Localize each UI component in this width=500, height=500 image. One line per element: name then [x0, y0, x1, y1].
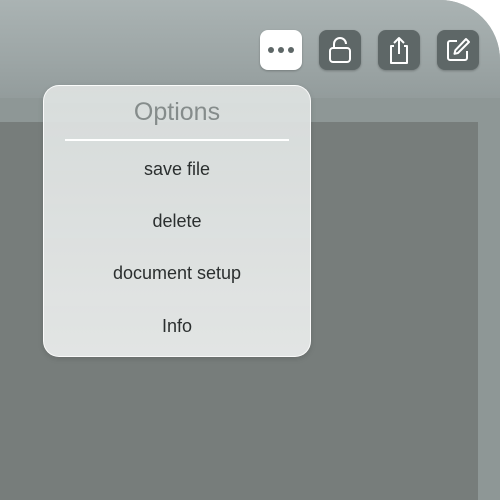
menu-item-save-file[interactable]: save file — [44, 151, 310, 187]
share-icon — [390, 37, 408, 64]
edit-icon — [447, 38, 470, 61]
menu-item-info[interactable]: Info — [44, 308, 310, 344]
unlock-icon — [329, 37, 351, 63]
menu-title: Options — [133, 98, 221, 126]
menu-item-delete[interactable]: delete — [44, 203, 310, 239]
options-menu: Options save file delete document setup … — [43, 85, 311, 357]
top-toolbar — [0, 0, 500, 98]
more-options-button[interactable] — [260, 30, 302, 70]
menu-item-document-setup[interactable]: document setup — [44, 255, 310, 291]
share-button[interactable] — [378, 30, 420, 70]
app-window: Options save file delete document setup … — [0, 0, 500, 500]
menu-divider — [65, 139, 289, 141]
unlock-button[interactable] — [319, 30, 361, 70]
edit-button[interactable] — [437, 30, 479, 70]
more-dots-icon — [268, 47, 294, 53]
